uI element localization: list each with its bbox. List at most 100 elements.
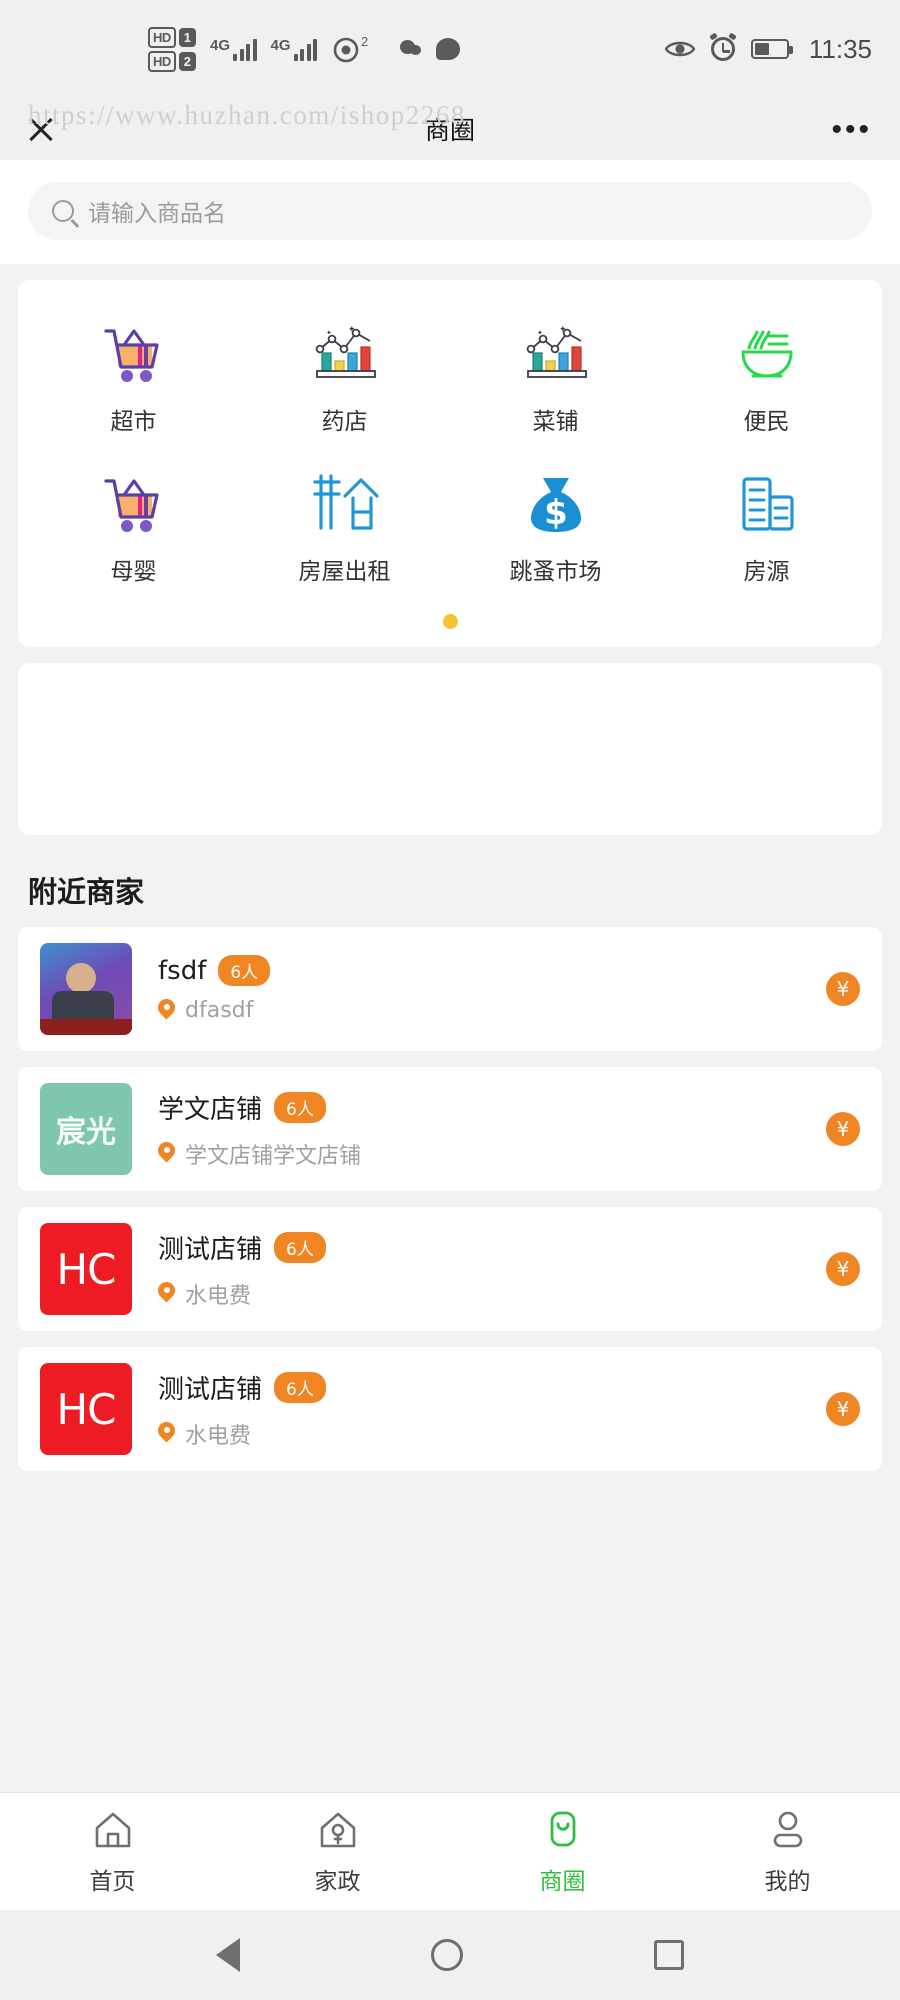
page-content: 请输入商品名 超市 ✦ ✦ 药店 ✦ ✦ 菜铺 便民 母婴 房屋出租 $ 跳蚤市… [0, 160, 900, 1792]
shopping-cart-icon [98, 318, 170, 390]
price-badge[interactable]: ¥ [826, 1252, 860, 1286]
table-row[interactable]: 宸光 学文店铺 6人 学文店铺学文店铺 ¥ [18, 1067, 882, 1191]
svg-text:$: $ [544, 493, 568, 533]
building-icon [731, 468, 803, 540]
table-row[interactable]: fsdf 6人 dfasdf ¥ [18, 927, 882, 1051]
merchant-address: 水电费 [185, 1283, 252, 1309]
home-circle-icon[interactable] [430, 1939, 463, 1971]
price-badge[interactable]: ¥ [826, 972, 860, 1006]
recents-square-icon[interactable] [654, 1940, 685, 1970]
chat-indicator-group [400, 38, 461, 60]
price-badge[interactable]: ¥ [826, 1112, 860, 1146]
sim-number-1: 1 [178, 27, 197, 47]
network-type-1: 4G [210, 37, 231, 54]
location-pin-icon [158, 1282, 175, 1306]
status-bar-right: 11:35 [664, 32, 872, 65]
phone-screen: HD 1 HD 2 4G 4G 2 11:35 商圈 ••• https://w… [0, 0, 900, 2000]
category-item-flea-market[interactable]: $ 跳蚤市场 [450, 456, 661, 600]
signal-bars-1 [233, 37, 257, 61]
category-item-pharmacy[interactable]: ✦ ✦ 药店 [239, 306, 450, 450]
search-input[interactable]: 请输入商品名 [28, 182, 872, 240]
back-triangle-icon[interactable] [215, 1938, 240, 1972]
avatar-text: 宸光 [56, 1115, 116, 1150]
tab-housekeeping[interactable]: 家政 [225, 1808, 450, 1896]
tab-home[interactable]: 首页 [0, 1808, 225, 1896]
category-label: 跳蚤市场 [509, 559, 602, 585]
tab-profile[interactable]: 我的 [675, 1808, 900, 1896]
tab-label: 我的 [764, 1868, 811, 1895]
category-grid: 超市 ✦ ✦ 药店 ✦ ✦ 菜铺 便民 母婴 房屋出租 $ 跳蚤市场 房源 [28, 306, 872, 600]
search-placeholder: 请输入商品名 [88, 201, 226, 227]
merchant-name: 学文店铺 [158, 1094, 263, 1125]
message-icon [436, 38, 461, 60]
table-row[interactable]: HC 测试店铺 6人 水电费 ¥ [18, 1207, 882, 1331]
tab-business-circle[interactable]: 商圈 [450, 1808, 675, 1896]
eye-icon [664, 41, 695, 57]
status-bar: HD 1 HD 2 4G 4G 2 11:35 [0, 0, 900, 98]
home-icon [95, 1812, 130, 1847]
merchant-info: 测试店铺 6人 水电费 [158, 1369, 826, 1450]
merchant-name: 测试店铺 [158, 1234, 263, 1265]
house-rent-icon [309, 468, 381, 540]
svg-text:✦: ✦ [537, 329, 543, 337]
merchant-address: dfasdf [185, 998, 254, 1023]
merchant-info: 测试店铺 6人 水电费 [158, 1229, 826, 1310]
location-pin-icon [158, 999, 175, 1023]
hd-label-1: HD [148, 26, 176, 48]
category-label: 母婴 [110, 559, 157, 585]
android-nav-bar [0, 1910, 900, 2000]
alarm-icon [709, 32, 737, 61]
avatar: HC [40, 1223, 132, 1315]
status-badge: 6人 [274, 1231, 326, 1263]
category-item-greengrocer[interactable]: ✦ ✦ 菜铺 [450, 306, 661, 450]
hotspot-count: 2 [361, 34, 369, 49]
wechat-icon [400, 38, 426, 60]
house-service-icon [320, 1812, 355, 1847]
svg-text:✦: ✦ [559, 324, 567, 334]
location-pin-icon [158, 1142, 175, 1166]
price-badge[interactable]: ¥ [826, 1392, 860, 1426]
avatar: HC [40, 1363, 132, 1455]
category-item-maternal-baby[interactable]: 母婴 [28, 456, 239, 600]
svg-text:✦: ✦ [348, 324, 356, 334]
location-pin-icon [158, 1422, 175, 1446]
category-label: 超市 [110, 409, 157, 435]
signal-4g-icon: 4G [210, 37, 257, 61]
banner-card[interactable] [18, 663, 882, 835]
category-label: 房源 [743, 559, 790, 585]
search-icon [52, 200, 74, 222]
table-row[interactable]: HC 测试店铺 6人 水电费 ¥ [18, 1347, 882, 1471]
category-label: 便民 [743, 409, 790, 435]
category-label: 房屋出租 [298, 559, 391, 585]
sim-number-2: 2 [178, 51, 197, 71]
category-item-supermarket[interactable]: 超市 [28, 306, 239, 450]
avatar-text: HC [56, 1384, 117, 1434]
pagination-dot-active[interactable] [442, 614, 458, 629]
category-label: 药店 [321, 409, 368, 435]
network-type-2: 4G [270, 37, 291, 54]
tab-label: 首页 [89, 1868, 136, 1895]
category-item-house-rent[interactable]: 房屋出租 [239, 456, 450, 600]
page-title: 商圈 [424, 116, 475, 145]
category-grid-card: 超市 ✦ ✦ 药店 ✦ ✦ 菜铺 便民 母婴 房屋出租 $ 跳蚤市场 房源 [18, 280, 882, 647]
business-circle-icon [550, 1811, 575, 1846]
category-item-convenience[interactable]: 便民 [661, 306, 872, 450]
grid-pagination[interactable] [28, 600, 872, 639]
status-badge: 6人 [274, 1371, 326, 1403]
noodle-bowl-icon [731, 318, 803, 390]
tab-label: 商圈 [539, 1868, 586, 1895]
category-item-listings[interactable]: 房源 [661, 456, 872, 600]
battery-icon [750, 39, 793, 59]
hotspot-icon: 2 [331, 34, 368, 64]
merchant-info: fsdf 6人 dfasdf [158, 955, 826, 1023]
merchant-info: 学文店铺 6人 学文店铺学文店铺 [158, 1089, 826, 1170]
signal-4g-icon-2: 4G [271, 37, 318, 61]
status-badge: 6人 [218, 955, 271, 986]
merchant-name: 测试店铺 [158, 1374, 263, 1405]
merchant-address: 水电费 [185, 1423, 252, 1449]
shopping-cart-icon [98, 468, 170, 540]
status-bar-clock: 11:35 [808, 33, 872, 64]
merchant-name: fsdf [158, 955, 207, 986]
signal-bars-2 [293, 37, 318, 61]
tab-label: 家政 [314, 1868, 361, 1895]
